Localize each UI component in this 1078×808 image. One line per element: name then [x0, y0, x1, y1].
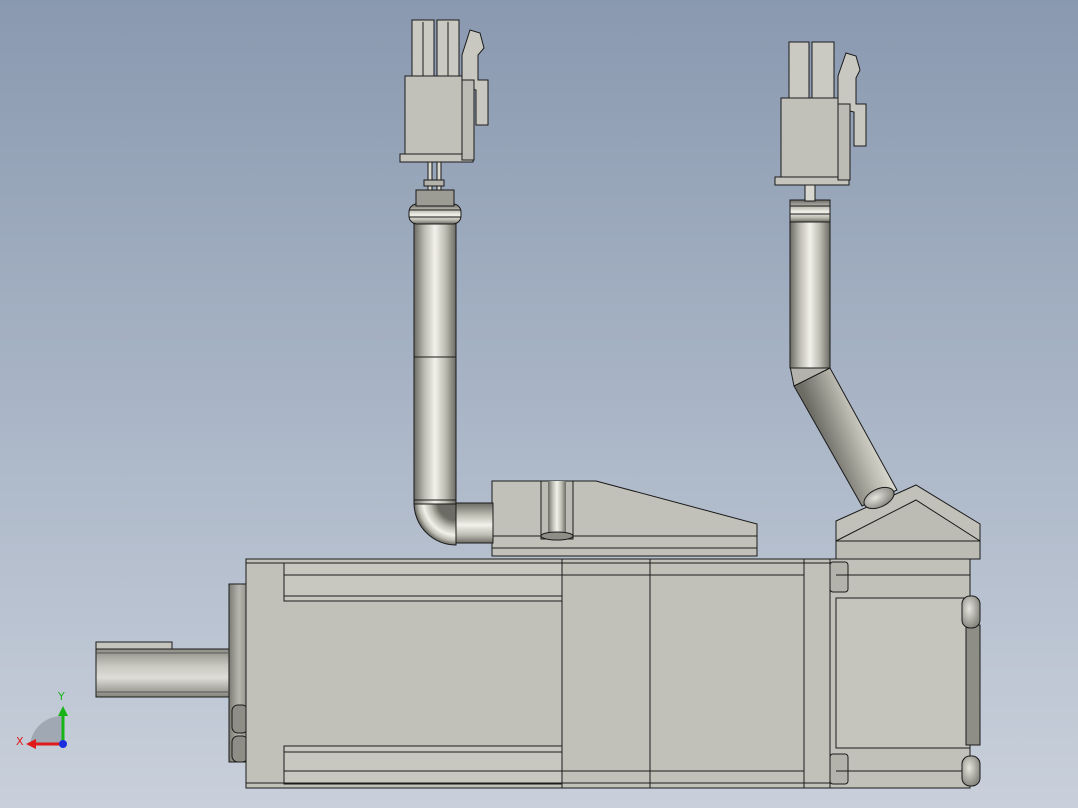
power-connector-block[interactable]	[491, 480, 758, 557]
motor-shaft[interactable]	[95, 641, 233, 698]
power-plug[interactable]	[399, 19, 489, 163]
motor-body[interactable]	[245, 558, 835, 789]
orientation-triad[interactable]: Y X	[16, 690, 68, 749]
power-cable[interactable]	[408, 161, 494, 546]
x-axis-label: X	[16, 735, 24, 748]
y-axis-label: Y	[57, 690, 65, 703]
cad-scene[interactable]: Y X	[0, 0, 1078, 808]
encoder-housing[interactable]	[829, 558, 981, 789]
encoder-cable[interactable]	[789, 184, 898, 513]
y-axis-arrowhead	[58, 706, 68, 716]
graphics-viewport[interactable]: Y X	[0, 0, 1078, 808]
z-axis-dot	[59, 740, 67, 748]
encoder-plug[interactable]	[774, 41, 867, 186]
